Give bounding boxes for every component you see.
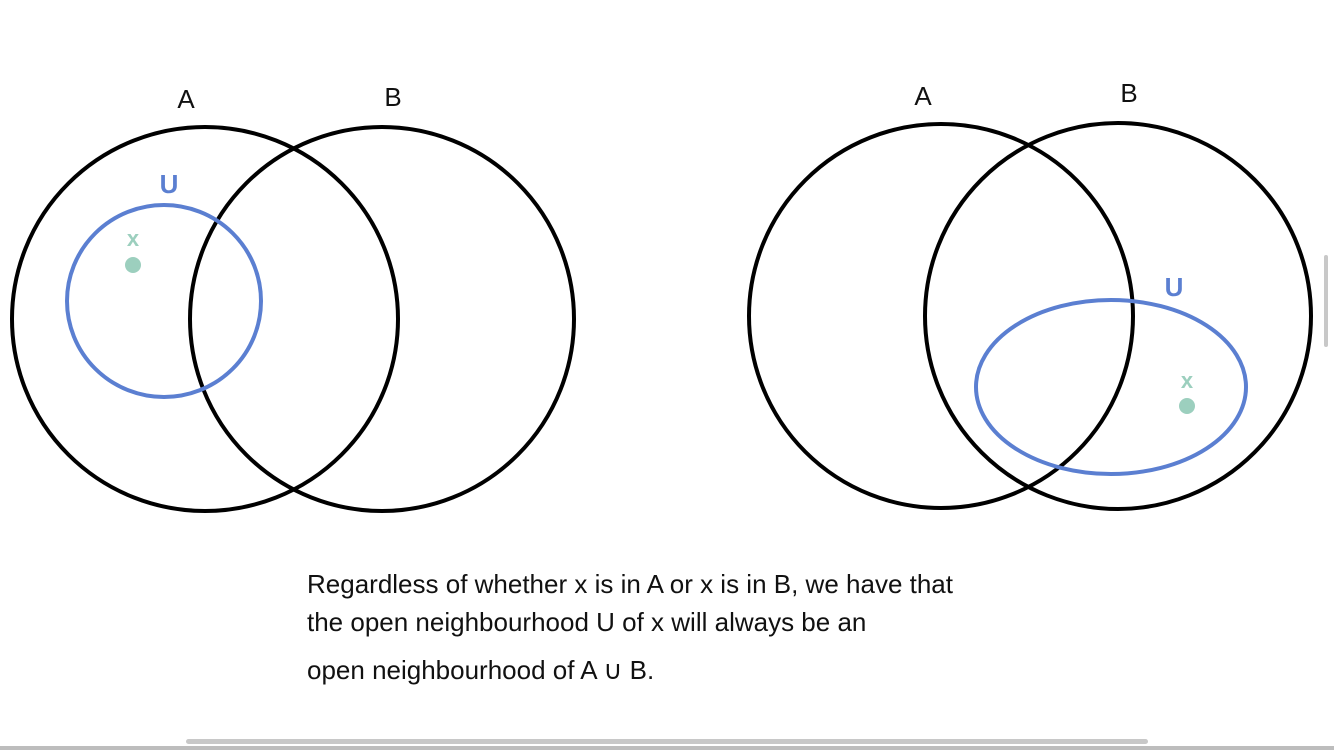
page-bottom-edge xyxy=(0,746,1334,750)
left-set-b-label: B xyxy=(384,82,401,112)
left-point-x xyxy=(125,257,141,273)
right-set-b-label: B xyxy=(1120,78,1137,108)
right-diagram: A B U x xyxy=(747,78,1313,511)
left-set-b-circle xyxy=(188,125,576,513)
left-neighbourhood-u xyxy=(65,203,263,399)
right-point-label: x xyxy=(1181,368,1194,393)
right-neighbourhood-label: U xyxy=(1165,272,1184,302)
horizontal-scrollbar[interactable] xyxy=(186,739,1148,744)
left-diagram: A B U x xyxy=(10,82,576,513)
caption-line-2: the open neighbourhood U of x will alway… xyxy=(307,607,867,637)
vertical-scrollbar[interactable] xyxy=(1324,255,1328,347)
caption-line-3: open neighbourhood of A ∪ B. xyxy=(307,655,655,685)
right-set-b-circle xyxy=(923,121,1313,511)
right-point-x xyxy=(1179,398,1195,414)
right-set-a-circle xyxy=(747,122,1135,510)
right-set-a-label: A xyxy=(914,81,932,111)
caption: Regardless of whether x is in A or x is … xyxy=(307,565,953,689)
left-neighbourhood-label: U xyxy=(160,169,179,199)
left-set-a-label: A xyxy=(177,84,195,114)
caption-line-1: Regardless of whether x is in A or x is … xyxy=(307,569,953,599)
right-neighbourhood-u xyxy=(974,298,1248,476)
left-point-label: x xyxy=(127,226,140,251)
